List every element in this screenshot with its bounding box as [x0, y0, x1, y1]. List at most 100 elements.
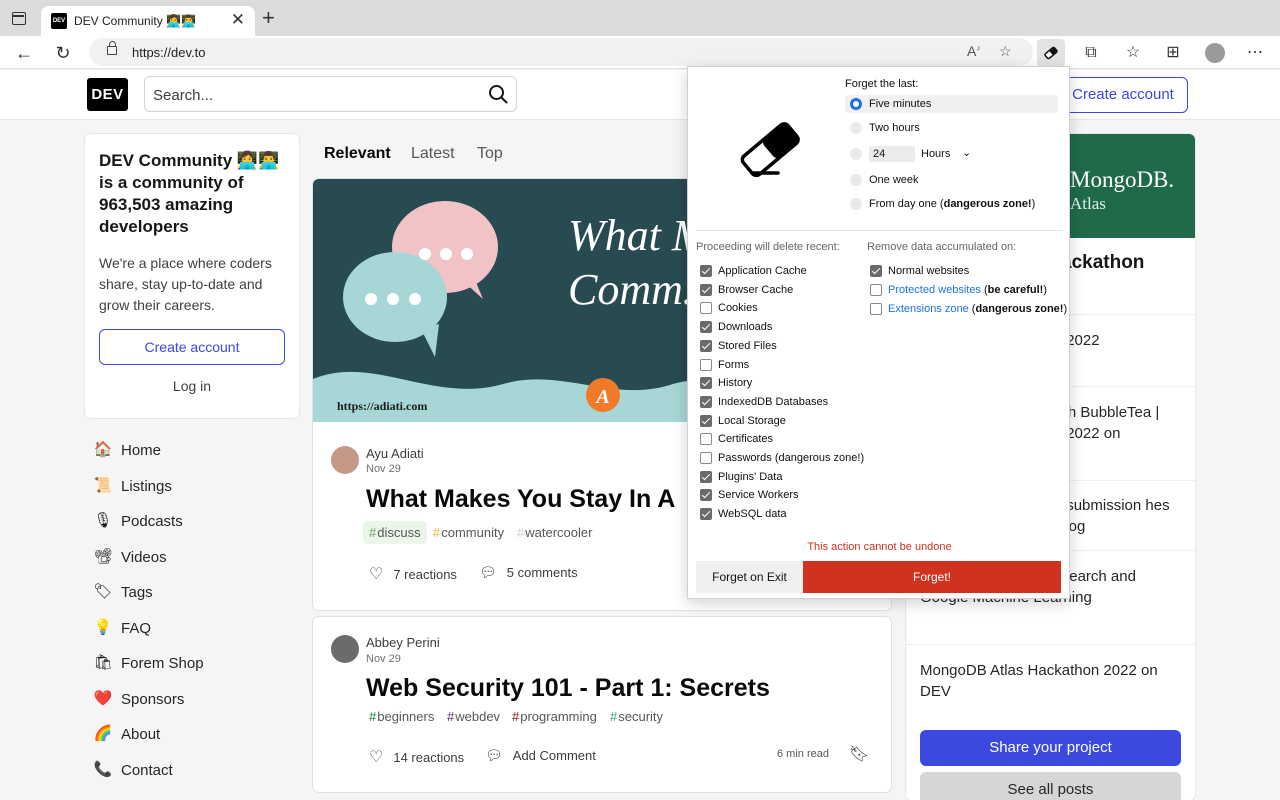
tag-webdev[interactable]: #webdev: [441, 705, 506, 728]
reactions-button[interactable]: ♡ 14 reactions: [369, 747, 464, 767]
sidebar-item-forem-shop[interactable]: 🛍 Forem Shop: [85, 645, 299, 681]
dev-logo[interactable]: DEV: [87, 78, 128, 111]
comments-button[interactable]: 💬︎ 5 comments: [479, 564, 578, 581]
radio-icon[interactable]: [850, 122, 862, 134]
sidebar-item-sponsors[interactable]: ❤️ Sponsors: [85, 681, 299, 717]
new-tab-icon[interactable]: +: [262, 7, 275, 29]
tag-discuss[interactable]: #discuss: [363, 521, 427, 544]
post-title[interactable]: What Makes You Stay In A: [366, 485, 675, 514]
more-menu-icon[interactable]: ⋯: [1241, 39, 1269, 67]
login-link[interactable]: Log in: [99, 378, 285, 394]
tag-programming[interactable]: #programming: [506, 705, 603, 728]
option-two-hours[interactable]: Two hours: [845, 119, 1058, 137]
tab-latest[interactable]: Latest: [411, 143, 455, 165]
sidebar-create-account-button[interactable]: Create account: [99, 329, 285, 365]
tab-actions-icon[interactable]: [12, 12, 26, 25]
checkbox[interactable]: [700, 414, 712, 427]
extensions-puzzle-icon[interactable]: ⧉: [1077, 39, 1105, 67]
author-name[interactable]: Abbey Perini: [366, 635, 440, 650]
custom-value-input[interactable]: 24: [869, 146, 915, 162]
forget-extension-popup: Forget the last: Five minutes Two hours …: [687, 66, 1070, 599]
reactions-button[interactable]: ♡ 7 reactions: [369, 564, 457, 584]
collections-icon[interactable]: ⊞: [1159, 39, 1187, 67]
checkbox[interactable]: [870, 303, 882, 315]
sidebar-item-home[interactable]: 🏠 Home: [85, 432, 299, 468]
sidebar-item-listings[interactable]: 📜 Listings: [85, 468, 299, 504]
read-aloud-icon[interactable]: A♪: [967, 43, 980, 59]
sidebar-item-podcasts[interactable]: 🎙 Podcasts: [85, 503, 299, 539]
tag-beginners[interactable]: #beginners: [363, 705, 440, 728]
search-icon[interactable]: [488, 84, 508, 104]
microphone-icon: 🎙: [93, 512, 113, 529]
sidebar-item-faq[interactable]: 💡 FAQ: [85, 610, 299, 646]
option-five-minutes[interactable]: Five minutes: [845, 95, 1058, 113]
sidebar-item-videos[interactable]: 📽 Videos: [85, 539, 299, 575]
favorites-icon[interactable]: ☆: [1119, 39, 1147, 67]
protected-websites-link[interactable]: Protected websites: [888, 284, 981, 296]
forget-button[interactable]: Forget!: [803, 561, 1061, 593]
address-bar[interactable]: https://dev.to A♪ ☆: [89, 38, 1033, 66]
forget-on-exit-button[interactable]: Forget on Exit: [696, 561, 803, 593]
extensions-zone-link[interactable]: Extensions zone: [888, 303, 969, 315]
lock-icon[interactable]: [107, 41, 117, 55]
author-name[interactable]: Ayu Adiati: [366, 446, 424, 461]
checkbox[interactable]: [700, 283, 712, 296]
active-tab[interactable]: DEV DEV Community 👩‍💻👨‍💻 ✕: [41, 6, 255, 36]
eraser-extension-icon[interactable]: [1037, 39, 1065, 67]
url-text: https://dev.to: [132, 45, 206, 60]
post-card[interactable]: Abbey Perini Nov 29 Web Security 101 - P…: [313, 617, 891, 792]
checkbox[interactable]: [700, 265, 712, 277]
tag-watercooler[interactable]: #watercooler: [511, 521, 598, 544]
checkbox[interactable]: [700, 395, 712, 408]
sidebar-item-about[interactable]: 🌈 About: [85, 716, 299, 752]
radio-icon[interactable]: [850, 198, 862, 210]
post-date[interactable]: Nov 29: [366, 463, 401, 475]
checkbox[interactable]: [700, 489, 712, 502]
cover-url-text: https://adiati.com: [337, 399, 428, 413]
chevron-down-icon[interactable]: ⌄: [962, 146, 971, 159]
post-date[interactable]: Nov 29: [366, 653, 401, 665]
checkbox[interactable]: [700, 433, 712, 446]
comments-button[interactable]: 💬︎ Add Comment: [485, 747, 596, 764]
back-arrow-icon[interactable]: ←: [10, 39, 38, 67]
sidebar-item-contact[interactable]: 📞 Contact: [85, 752, 299, 788]
checkbox[interactable]: [700, 377, 712, 390]
checkbox[interactable]: [700, 470, 712, 483]
see-all-posts-button[interactable]: See all posts: [920, 772, 1181, 800]
profile-avatar[interactable]: [1205, 43, 1225, 63]
tab-relevant[interactable]: Relevant: [324, 143, 391, 165]
bookmark-icon[interactable]: 🔖︎: [849, 744, 869, 764]
tag-community[interactable]: #community: [427, 521, 510, 544]
refresh-icon[interactable]: ↻: [49, 39, 77, 67]
search-box[interactable]: [144, 76, 517, 112]
radio-icon[interactable]: [850, 174, 862, 186]
search-input[interactable]: [153, 84, 473, 106]
checkbox[interactable]: [700, 508, 712, 521]
author-avatar[interactable]: [331, 446, 359, 474]
checkbox[interactable]: [700, 321, 712, 334]
checkbox[interactable]: [700, 358, 712, 371]
checkbox[interactable]: [700, 452, 712, 464]
sidebar-post-link[interactable]: MongoDB Atlas Hackathon 2022 on DEV: [920, 660, 1182, 702]
checkbox[interactable]: [700, 339, 712, 352]
tag-security[interactable]: #security: [604, 705, 669, 728]
sidebar-item-tags[interactable]: 🏷 Tags: [85, 574, 299, 610]
share-project-button[interactable]: Share your project: [920, 730, 1181, 766]
add-favorite-star-icon[interactable]: ☆: [999, 43, 1012, 60]
option-custom[interactable]: 24 Hours ⌄: [845, 145, 1058, 163]
checkbox[interactable]: [870, 284, 882, 296]
checkbox[interactable]: [870, 265, 882, 277]
create-account-button[interactable]: Create account: [1058, 77, 1188, 113]
custom-unit-select[interactable]: Hours: [921, 148, 950, 160]
sidebar-item-label: Listings: [121, 477, 172, 495]
author-avatar[interactable]: [331, 635, 359, 663]
sidebar-heading[interactable]: ackathon: [1061, 252, 1144, 274]
close-tab-icon[interactable]: ✕: [231, 11, 245, 29]
radio-selected-icon[interactable]: [850, 98, 862, 110]
post-title[interactable]: Web Security 101 - Part 1: Secrets: [366, 674, 770, 703]
tab-top[interactable]: Top: [477, 143, 503, 165]
checkbox[interactable]: [700, 302, 712, 315]
option-one-week[interactable]: One week: [845, 171, 1058, 189]
option-day-one[interactable]: From day one (dangerous zone!): [845, 195, 1058, 213]
radio-icon[interactable]: [850, 148, 862, 160]
